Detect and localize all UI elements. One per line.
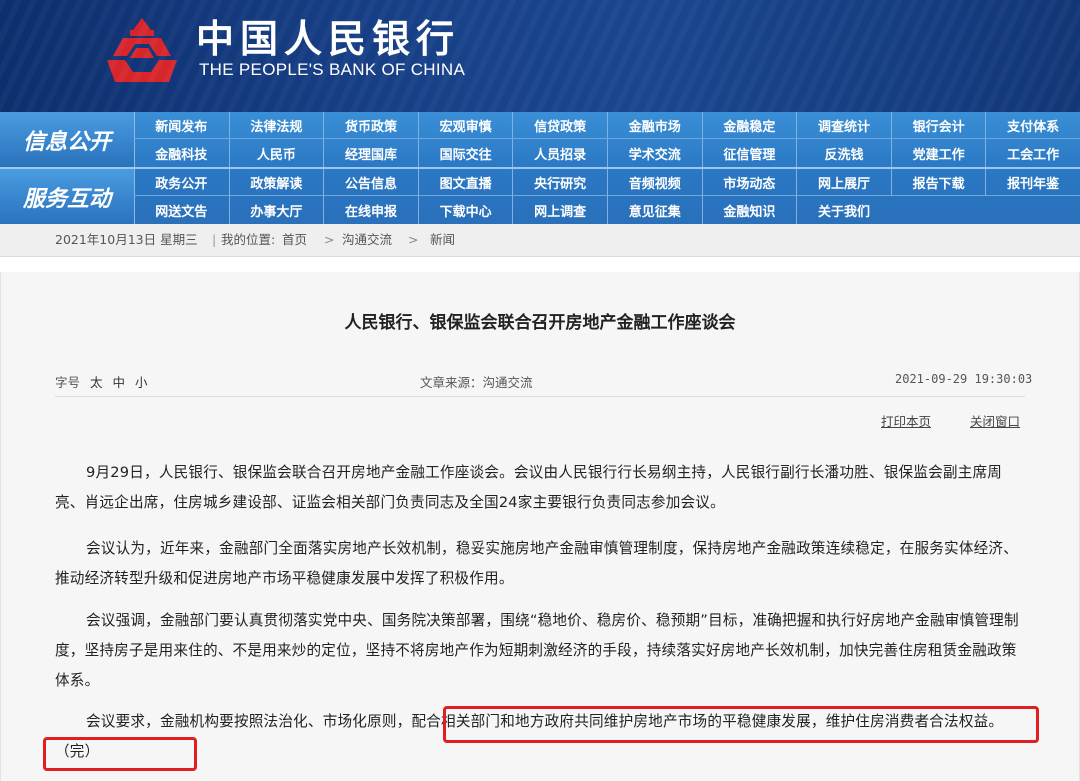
breadcrumb-arrow: >	[324, 232, 335, 247]
nav-item-service-18[interactable]: 关于我们	[796, 196, 891, 224]
nav-item-service-8[interactable]: 网上展厅	[796, 169, 891, 196]
breadcrumb-arrow: >	[408, 232, 419, 247]
nav-item-service-6[interactable]: 音频视频	[606, 169, 702, 196]
nav-item-info-14[interactable]: 国际交往	[417, 139, 513, 167]
nav-item-service-4[interactable]: 图文直播	[417, 169, 513, 196]
divider	[55, 396, 1025, 397]
nav-item-info-8[interactable]: 调查统计	[796, 112, 891, 139]
print-page-link[interactable]: 打印本页	[881, 411, 931, 430]
main-nav: 信息公开 新闻发布 法律法规 货币政策 宏观审慎 信贷政策 金融市场 金融稳定 调查统计 银行会…	[0, 112, 1080, 224]
nav-item-info-16[interactable]: 学术交流	[606, 139, 702, 167]
nav-item-info-18[interactable]: 反洗钱	[796, 139, 891, 167]
nav-item-service-2[interactable]: 政策解读	[228, 169, 324, 196]
article-paragraph: 会议要求，金融机构要按照法治化、市场化原则，配合相关部门和地方政府共同维护房地产…	[55, 713, 1004, 760]
nav-item-service-7[interactable]: 市场动态	[701, 169, 797, 196]
site-title-cn: 中国人民银行	[196, 16, 461, 61]
nav-section-label-info: 信息公开	[0, 112, 135, 167]
close-window-link[interactable]: 关闭窗口	[970, 411, 1020, 430]
article-datetime: 2021-09-29 19:30:03	[895, 372, 1033, 386]
nav-item-info-2[interactable]: 法律法规	[228, 112, 324, 139]
nav-item-info-1[interactable]: 新闻发布	[134, 112, 229, 139]
nav-item-info-20[interactable]: 工会工作	[985, 139, 1080, 167]
nav-item-info-3[interactable]: 货币政策	[323, 112, 418, 139]
nav-item-info-4[interactable]: 宏观审慎	[417, 112, 513, 139]
article-paragraph: 会议认为，近年来，金融部门全面落实房地产长效机制，稳妥实施房地产金融审慎管理制度…	[55, 540, 1019, 587]
article-source: 文章来源：沟通交流	[420, 375, 533, 390]
article-paragraph: 9月29日，人民银行、银保监会联合召开房地产金融工作座谈会。会议由人民银行行长易…	[55, 464, 1003, 511]
breadcrumb: 2021年10月13日 星期三 | 我的位置: 首页 > 沟通交流 > 新闻	[0, 224, 1080, 257]
article-panel: 人民银行、银保监会联合召开房地产金融工作座谈会 字号 太 中 小 文章来源：沟通…	[0, 272, 1080, 781]
pboc-logo-icon[interactable]	[103, 16, 181, 84]
nav-item-service-16[interactable]: 意见征集	[606, 196, 702, 224]
nav-item-info-10[interactable]: 支付体系	[985, 112, 1080, 139]
font-size-medium-button[interactable]: 中	[113, 375, 126, 390]
nav-item-info-19[interactable]: 党建工作	[890, 139, 986, 167]
nav-item-service-12[interactable]: 办事大厅	[228, 196, 324, 224]
nav-item-info-15[interactable]: 人员招录	[512, 139, 607, 167]
nav-item-service-11[interactable]: 网送文告	[134, 196, 229, 224]
nav-item-info-9[interactable]: 银行会计	[890, 112, 986, 139]
breadcrumb-separator: |	[212, 232, 217, 247]
nav-item-info-6[interactable]: 金融市场	[606, 112, 702, 139]
location-label: 我的位置:	[221, 232, 276, 247]
nav-grid-info: 新闻发布 法律法规 货币政策 宏观审慎 信贷政策 金融市场 金融稳定 调查统计 银行会计 支付体系…	[134, 112, 1080, 167]
nav-item-info-12[interactable]: 人民币	[228, 139, 324, 167]
nav-item-service-13[interactable]: 在线申报	[323, 196, 418, 224]
font-size-large-button[interactable]: 太	[90, 375, 103, 390]
nav-item-service-15[interactable]: 网上调查	[512, 196, 607, 224]
font-size-small-button[interactable]: 小	[135, 375, 148, 390]
font-size-control: 字号 太 中 小	[55, 372, 148, 391]
nav-item-info-13[interactable]: 经理国库	[323, 139, 418, 167]
current-date: 2021年10月13日 星期三	[55, 232, 198, 247]
nav-item-service-10[interactable]: 报刊年鉴	[985, 169, 1080, 196]
font-size-label: 字号	[55, 375, 81, 390]
nav-item-info-7[interactable]: 金融稳定	[701, 112, 797, 139]
header-banner: 中国人民银行 THE PEOPLE'S BANK OF CHINA	[0, 0, 1080, 112]
nav-section-service: 服务互动 政务公开 政策解读 公告信息 图文直播 央行研究 音频视频 市场动态 网上展厅 报告下…	[0, 169, 1080, 224]
breadcrumb-section-link[interactable]: 沟通交流	[342, 224, 392, 256]
nav-grid-service: 政务公开 政策解读 公告信息 图文直播 央行研究 音频视频 市场动态 网上展厅 报告下载 报刊年鉴…	[134, 169, 1080, 224]
nav-item-service-17[interactable]: 金融知识	[701, 196, 797, 224]
article-title: 人民银行、银保监会联合召开房地产金融工作座谈会	[344, 313, 736, 333]
nav-item-service-5[interactable]: 央行研究	[512, 169, 607, 196]
nav-item-service-3[interactable]: 公告信息	[323, 169, 418, 196]
breadcrumb-home-link[interactable]: 首页	[282, 224, 307, 256]
breadcrumb-current-page[interactable]: 新闻	[430, 224, 455, 256]
nav-item-service-1[interactable]: 政务公开	[134, 169, 229, 196]
nav-section-label-service: 服务互动	[0, 169, 135, 224]
nav-item-info-11[interactable]: 金融科技	[134, 139, 229, 167]
nav-section-info: 信息公开 新闻发布 法律法规 货币政策 宏观审慎 信贷政策 金融市场 金融稳定 调查统计 银行会…	[0, 112, 1080, 167]
article-paragraph: 会议强调，金融部门要认真贯彻落实党中央、国务院决策部署，围绕“稳地价、稳房价、稳…	[55, 612, 1019, 689]
nav-item-service-14[interactable]: 下载中心	[417, 196, 513, 224]
nav-item-info-17[interactable]: 征信管理	[701, 139, 797, 167]
nav-item-service-9[interactable]: 报告下载	[890, 169, 986, 196]
site-title-en: THE PEOPLE'S BANK OF CHINA	[199, 60, 466, 79]
nav-item-info-5[interactable]: 信贷政策	[512, 112, 607, 139]
